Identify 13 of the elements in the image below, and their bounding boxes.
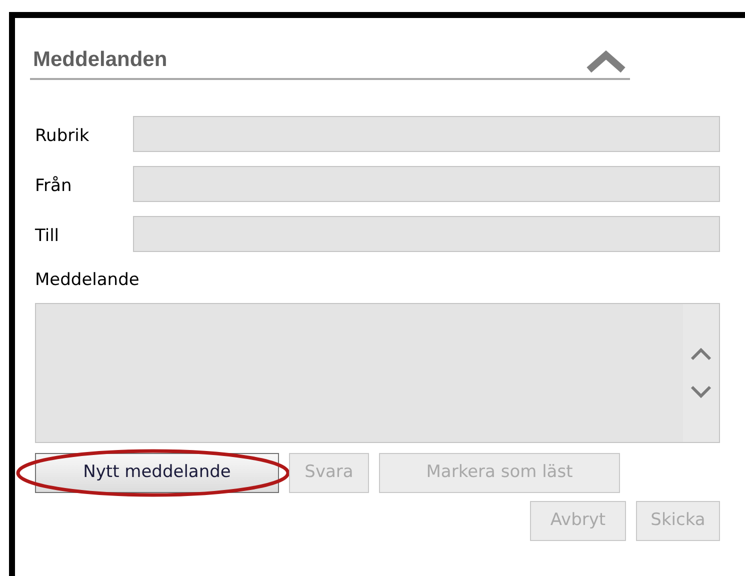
scrollbar[interactable] [683, 304, 719, 442]
panel-title: Meddelanden [33, 47, 168, 73]
message-label: Meddelande [35, 270, 140, 290]
new-message-button[interactable]: Nytt meddelande [35, 453, 279, 493]
scroll-down-icon[interactable] [690, 385, 712, 399]
text-field[interactable] [132, 166, 720, 202]
text-field[interactable] [132, 116, 720, 152]
field-label: Rubrik [34, 124, 90, 148]
field-label: Till [34, 224, 60, 248]
text-field[interactable] [132, 216, 720, 252]
collapse-chevron-icon[interactable] [585, 50, 627, 74]
scroll-up-icon[interactable] [690, 347, 712, 361]
field-label: Från [34, 174, 73, 198]
